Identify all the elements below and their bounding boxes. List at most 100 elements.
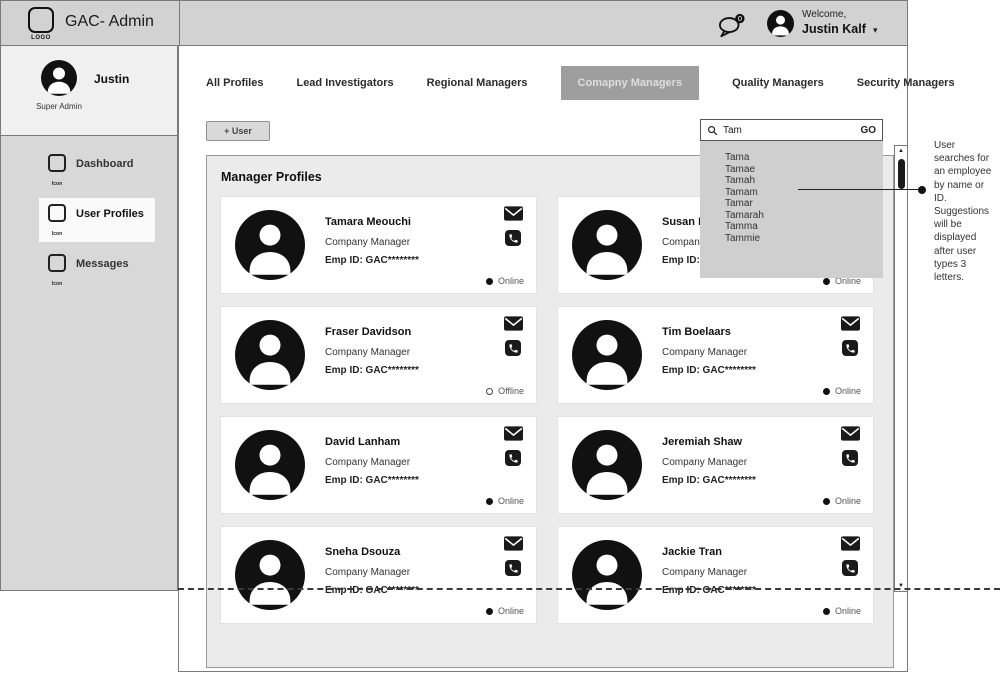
search-input[interactable] (723, 125, 860, 136)
phone-icon[interactable] (842, 450, 858, 466)
phone-icon[interactable] (842, 340, 858, 356)
status-badge: Online (823, 606, 861, 616)
mail-icon[interactable] (841, 536, 860, 551)
profile-card[interactable]: Tim Boelaars Company Manager Emp ID: GAC… (557, 306, 874, 404)
status-label: Offline (498, 386, 524, 396)
status-dot (486, 498, 493, 505)
viewport-fold-dashed-line (178, 588, 1000, 590)
logo-label: LOGO (23, 35, 59, 41)
tab[interactable]: Lead Investigators (296, 77, 393, 89)
phone-icon[interactable] (505, 230, 521, 246)
profile-card[interactable]: Jackie Tran Company Manager Emp ID: GAC*… (557, 526, 874, 624)
suggestion-item[interactable]: Tammie (725, 233, 883, 245)
profile-avatar (572, 320, 642, 390)
scrollbar-thumb[interactable] (898, 159, 905, 189)
profile-name: Jeremiah Shaw (662, 436, 742, 448)
phone-icon[interactable] (505, 340, 521, 356)
icon-caption: Icon (52, 231, 62, 237)
profile-card[interactable]: Sneha Dsouza Company Manager Emp ID: GAC… (220, 526, 537, 624)
status-badge: Offline (486, 386, 524, 396)
profile-name: Jackie Tran (662, 546, 722, 558)
profile-role: Company Manager (662, 457, 747, 468)
profile-tabs: All Profiles Lead Investigators Regional… (206, 62, 955, 104)
suggestion-item[interactable]: Tamae (725, 164, 883, 176)
sidebar-user-role: Super Admin (27, 102, 91, 111)
sidebar-nav-item[interactable]: Icon User Profiles (39, 198, 155, 242)
main-panel: All Profiles Lead Investigators Regional… (178, 46, 908, 672)
profile-role: Company Manager (662, 567, 747, 578)
profile-name: Tamara Meouchi (325, 216, 411, 228)
profile-card[interactable]: David Lanham Company Manager Emp ID: GAC… (220, 416, 537, 514)
tab[interactable]: Regional Managers (427, 77, 528, 89)
icon-caption: Icon (52, 281, 62, 287)
phone-icon[interactable] (842, 560, 858, 576)
tab[interactable]: Comapny Managers (561, 66, 700, 100)
suggestion-item[interactable]: Tamma (725, 221, 883, 233)
scroll-up-icon[interactable]: ▲ (895, 148, 907, 154)
status-dot (486, 388, 493, 395)
chat-badge: 0 (738, 14, 742, 23)
tab[interactable]: All Profiles (206, 77, 263, 89)
header-avatar[interactable] (767, 10, 794, 37)
annotation-note: User searches for an employee by name or… (934, 139, 998, 284)
profile-emp-id: Emp ID: GAC******** (662, 585, 756, 596)
suggestion-item[interactable]: Tamah (725, 175, 883, 187)
current-user-name: Justin Kalf (802, 22, 866, 38)
suggestion-item[interactable]: Tama (725, 152, 883, 164)
chevron-down-icon[interactable]: ▾ (873, 25, 878, 36)
mail-icon[interactable] (841, 426, 860, 441)
mail-icon[interactable] (504, 206, 523, 221)
status-label: Online (835, 386, 861, 396)
icon-caption: Icon (52, 181, 62, 187)
phone-icon[interactable] (505, 560, 521, 576)
search-go-button[interactable]: GO (860, 125, 876, 136)
suggestion-item[interactable]: Tamar (725, 198, 883, 210)
status-label: Online (498, 606, 524, 616)
profile-card[interactable]: Tamara Meouchi Company Manager Emp ID: G… (220, 196, 537, 294)
sidebar-item-label: Messages (76, 258, 129, 270)
profile-avatar (235, 320, 305, 390)
profile-name: Fraser Davidson (325, 326, 411, 338)
mail-icon[interactable] (504, 426, 523, 441)
mail-icon[interactable] (504, 316, 523, 331)
status-label: Online (835, 496, 861, 506)
suggestion-item[interactable]: Tamarah (725, 210, 883, 222)
annotation-connector-line (798, 189, 924, 190)
status-dot (486, 608, 493, 615)
logo-icon (28, 7, 54, 33)
sidebar-nav: Icon Dashboard Icon User Profiles Icon M… (0, 136, 178, 591)
profile-avatar (235, 210, 305, 280)
profile-card[interactable]: Jeremiah Shaw Company Manager Emp ID: GA… (557, 416, 874, 514)
profile-role: Company Manager (325, 457, 410, 468)
app-window: LOGO GAC- Admin 0 Welcome, Justin Kalf ▾ (0, 0, 1000, 684)
profile-name: Tim Boelaars (662, 326, 731, 338)
app-title: GAC- Admin (65, 13, 154, 31)
square-placeholder-icon (48, 254, 66, 272)
profile-role: Company Manager (325, 237, 410, 248)
top-bar: LOGO GAC- Admin 0 Welcome, Justin Kalf ▾ (0, 0, 908, 46)
mail-icon[interactable] (504, 536, 523, 551)
add-user-button[interactable]: + User (206, 121, 270, 141)
tab[interactable]: Quality Managers (732, 77, 824, 89)
phone-icon[interactable] (505, 450, 521, 466)
sidebar-item-label: Dashboard (76, 158, 133, 170)
mail-icon[interactable] (841, 316, 860, 331)
sidebar-profile: Justin Super Admin (0, 46, 178, 136)
panel-title: Manager Profiles (221, 170, 322, 184)
sidebar-nav-item[interactable]: Icon Messages (39, 248, 155, 292)
profile-emp-id: Emp ID: GAC******** (325, 475, 419, 486)
tab[interactable]: Security Managers (857, 77, 955, 89)
sidebar-user-name: Justin (94, 72, 129, 86)
scrollbar[interactable]: ▲ ▼ (894, 145, 908, 592)
sidebar-nav-item[interactable]: Icon Dashboard (39, 148, 155, 192)
welcome-block: Welcome, Justin Kalf (802, 9, 866, 37)
status-dot (823, 498, 830, 505)
chat-icon[interactable]: 0 (717, 13, 747, 39)
profile-emp-id: Emp ID: GAC******** (325, 255, 419, 266)
profile-role: Company Manager (325, 347, 410, 358)
profile-card[interactable]: Fraser Davidson Company Manager Emp ID: … (220, 306, 537, 404)
sidebar-avatar (41, 60, 77, 96)
profile-avatar (235, 540, 305, 610)
status-dot (486, 278, 493, 285)
profile-name: David Lanham (325, 436, 400, 448)
